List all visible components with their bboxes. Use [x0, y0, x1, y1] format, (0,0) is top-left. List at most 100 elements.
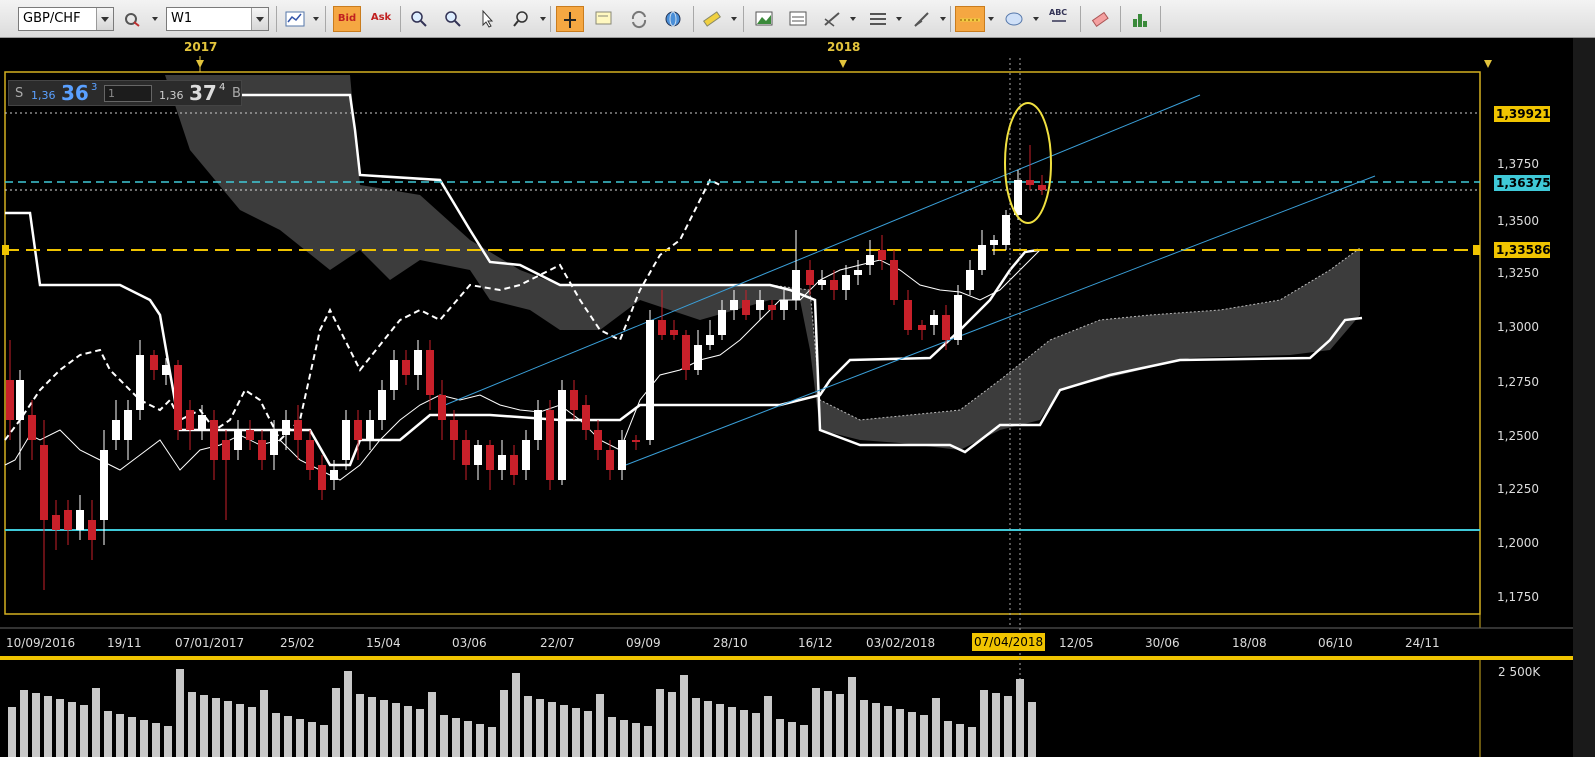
date-axis-label: 24/11 [1405, 636, 1440, 650]
candle-body [76, 510, 84, 530]
candle-body [342, 420, 350, 460]
sell-label[interactable]: S [15, 86, 23, 101]
date-axis-label: 19/11 [107, 636, 142, 650]
price-axis-label: 1,1750 [1497, 590, 1539, 604]
price-axis-label: 1,2750 [1497, 375, 1539, 389]
volume-bar [920, 715, 928, 757]
volume-bar [188, 692, 196, 757]
buy-price-fraction[interactable]: 4 [219, 82, 225, 93]
volume-bar [296, 719, 304, 757]
candle-body [522, 440, 530, 470]
volume-bar [716, 704, 724, 757]
volume-bar [260, 690, 268, 757]
volume-bar [272, 713, 280, 757]
sell-price-prefix[interactable]: 1,36 [31, 89, 56, 102]
volume-bar [488, 727, 496, 757]
candle-body [546, 410, 554, 480]
price-axis-label: 1,3750 [1497, 157, 1539, 171]
date-axis-label: 15/04 [366, 636, 401, 650]
candle-body [112, 420, 120, 440]
candle-body [1038, 185, 1046, 190]
volume-bar [416, 709, 424, 757]
volume-bar [284, 716, 292, 757]
candle-body [402, 360, 410, 375]
candle-body [378, 390, 386, 420]
volume-bar [848, 677, 856, 757]
volume-bar [1028, 702, 1036, 757]
volume-bar [632, 723, 640, 757]
volume-bar [8, 707, 16, 757]
candle-body [768, 305, 776, 310]
candle-body [742, 300, 750, 315]
date-axis-label: 09/09 [626, 636, 661, 650]
date-axis-label: 18/08 [1232, 636, 1267, 650]
candle-body [718, 310, 726, 335]
candle-body [918, 325, 926, 330]
candle-body [270, 430, 278, 455]
date-axis-label: 16/12 [798, 636, 833, 650]
volume-bar [728, 707, 736, 757]
candle-body [40, 445, 48, 520]
candle-body [366, 420, 374, 440]
candle-body [570, 390, 578, 410]
volume-bar [248, 707, 256, 757]
volume-bar [956, 724, 964, 757]
date-axis-label: 03/06 [452, 636, 487, 650]
year-marker [196, 60, 204, 68]
price-tag-support: 1,33586 [1494, 242, 1551, 258]
volume-bar [656, 689, 664, 757]
candle-body [954, 295, 962, 340]
candle-body [806, 270, 814, 285]
volume-bar [608, 717, 616, 757]
quantity-value: 1 [108, 87, 115, 100]
candle-body [854, 270, 862, 275]
volume-bar [344, 671, 352, 757]
date-axis-label: 25/02 [280, 636, 315, 650]
volume-bar [176, 669, 184, 757]
candle-body [210, 420, 218, 460]
candle-body [632, 440, 640, 442]
support-handle [1473, 245, 1480, 255]
sell-price-fraction[interactable]: 3 [91, 82, 97, 93]
volume-bar [584, 711, 592, 757]
candle-body [730, 300, 738, 310]
candle-body [462, 440, 470, 465]
volume-bar [356, 694, 364, 757]
volume-bar [224, 701, 232, 757]
volume-bar [500, 690, 508, 757]
volume-bar [980, 690, 988, 757]
candle-body [830, 280, 838, 290]
candle-body [904, 300, 912, 330]
year-marker [839, 60, 847, 68]
volume-bar [152, 723, 160, 757]
year-marker [1484, 60, 1492, 68]
volume-bar [1004, 696, 1012, 757]
buy-price-prefix[interactable]: 1,36 [159, 89, 184, 102]
volume-bar [692, 698, 700, 757]
candle-body [174, 365, 182, 430]
volume-bar [428, 692, 436, 757]
volume-bar [536, 699, 544, 757]
sell-price-pips[interactable]: 36 [61, 81, 89, 105]
candle-body [842, 275, 850, 290]
candle-body [64, 510, 72, 530]
date-axis-label: 06/10 [1318, 636, 1353, 650]
volume-bar [884, 706, 892, 757]
buy-price-pips[interactable]: 37 [189, 81, 217, 105]
volume-bar [764, 696, 772, 757]
quantity-input[interactable]: 1 [104, 85, 152, 102]
candle-body [474, 445, 482, 465]
buy-label[interactable]: B [232, 86, 241, 101]
volume-bar [932, 698, 940, 757]
volume-bar [56, 699, 64, 757]
date-axis-label: 12/05 [1059, 636, 1094, 650]
volume-bar [476, 724, 484, 757]
volume-bar [32, 693, 40, 757]
candle-body [124, 410, 132, 440]
price-axis-label: 1,2500 [1497, 429, 1539, 443]
volume-axis-label: 2 500K [1498, 665, 1541, 679]
volume-bar [392, 703, 400, 757]
candle-body [222, 440, 230, 460]
volume-bar [944, 721, 952, 757]
volume-bar [212, 698, 220, 757]
